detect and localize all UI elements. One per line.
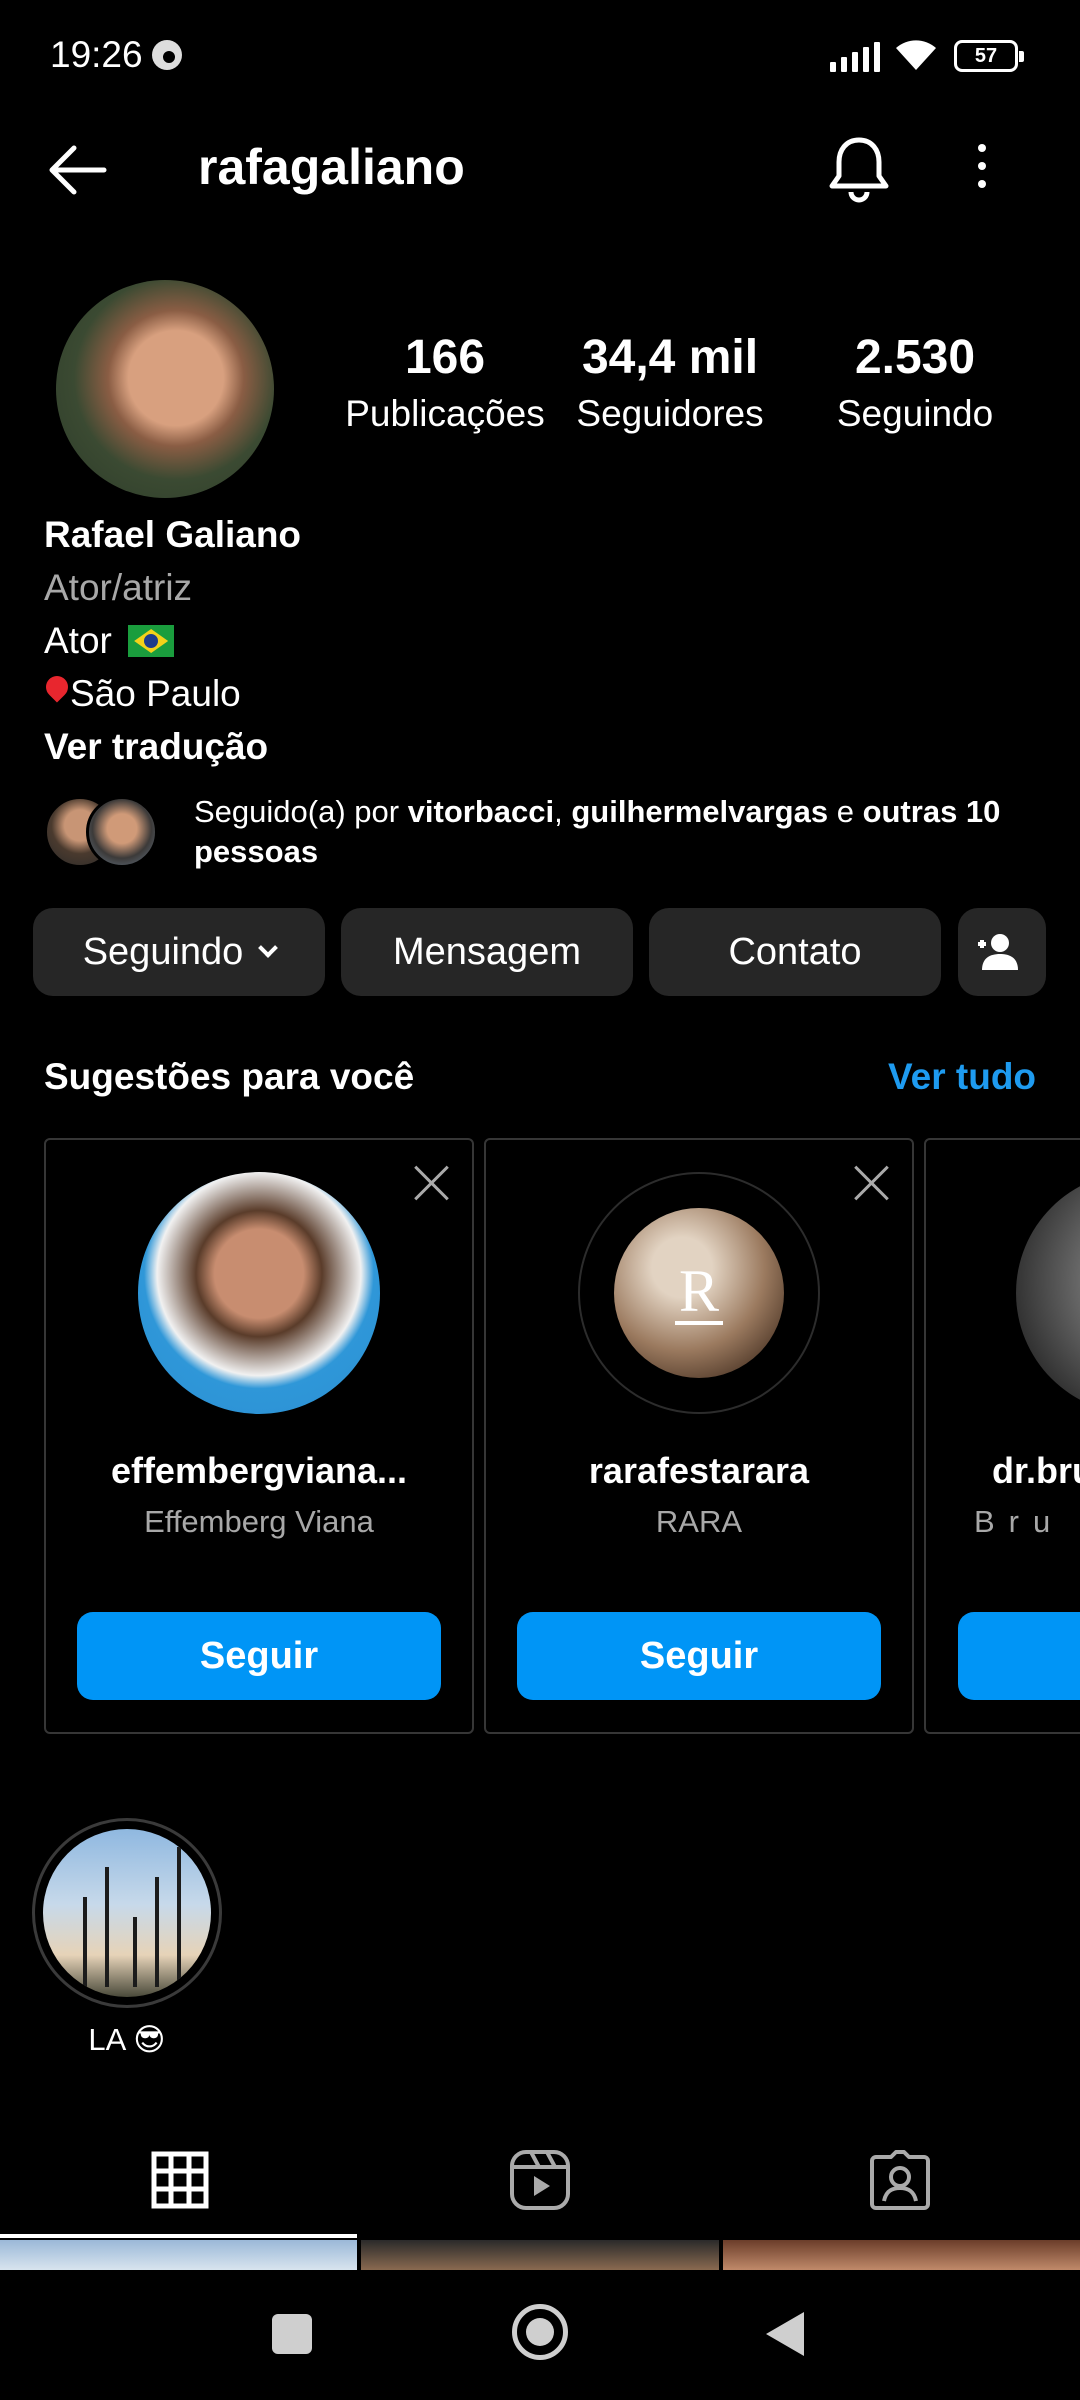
suggestion-card[interactable]: R rarafestarara RARA Seguir bbox=[484, 1138, 914, 1734]
add-user-button[interactable] bbox=[958, 908, 1046, 996]
avatar[interactable] bbox=[1016, 1172, 1080, 1414]
status-bar: 19:26 57 bbox=[0, 0, 1080, 110]
recent-apps-icon[interactable] bbox=[272, 2314, 312, 2354]
system-navigation-bar bbox=[0, 2270, 1080, 2400]
follow-button[interactable] bbox=[958, 1612, 1080, 1700]
see-all-link[interactable]: Ver tudo bbox=[888, 1056, 1036, 1098]
highlight-ring bbox=[32, 1818, 222, 2008]
home-icon[interactable] bbox=[512, 2304, 568, 2360]
posts-grid-peek bbox=[0, 2240, 1080, 2270]
rara-logo-icon: R bbox=[614, 1208, 784, 1378]
profile-name: Rafael Galiano bbox=[44, 514, 302, 555]
brazil-flag-icon bbox=[128, 625, 175, 657]
message-button[interactable]: Mensagem bbox=[341, 908, 633, 996]
followed-by-text: Seguido(a) por vitorbacci, guilhermelvar… bbox=[194, 794, 1001, 869]
story-highlight[interactable]: LA 😎 bbox=[32, 1818, 222, 2058]
add-user-icon bbox=[978, 934, 1018, 970]
stat-following[interactable]: 2.530 Seguindo bbox=[810, 330, 1020, 435]
bio-text: Ator bbox=[44, 620, 112, 661]
rara-logo-mark: R bbox=[674, 1261, 724, 1325]
tab-reels[interactable] bbox=[360, 2140, 720, 2220]
close-icon[interactable] bbox=[412, 1164, 450, 1202]
following-button-label: Seguindo bbox=[82, 930, 244, 973]
profile-tabs bbox=[0, 2120, 1080, 2240]
contact-button[interactable]: Contato bbox=[649, 908, 941, 996]
signal-icon bbox=[830, 40, 880, 72]
profile-category: Ator/atriz bbox=[44, 567, 193, 608]
following-button[interactable]: Seguindo bbox=[33, 908, 325, 996]
highlight-cover bbox=[43, 1829, 211, 1997]
pin-icon bbox=[44, 676, 70, 710]
stat-followers-label: Seguidores bbox=[576, 393, 764, 434]
profile-actions: Seguindo Mensagem Contato bbox=[33, 908, 1047, 996]
profile-bio: Rafael Galiano Ator/atriz Ator São Paulo… bbox=[44, 508, 301, 773]
follow-button[interactable]: Seguir bbox=[77, 1612, 441, 1700]
profile-username: rafagaliano bbox=[198, 139, 465, 195]
close-icon[interactable] bbox=[852, 1164, 890, 1202]
chevron-down-icon bbox=[258, 938, 279, 958]
suggestion-name: Bru bbox=[974, 1504, 1065, 1539]
highlight-label: LA 😎 bbox=[88, 2022, 166, 2057]
chrome-icon bbox=[152, 40, 182, 70]
location-text: São Paulo bbox=[70, 673, 241, 714]
tab-tagged[interactable] bbox=[720, 2140, 1080, 2220]
suggestion-username: effembergviana... bbox=[110, 1450, 408, 1491]
stat-posts-label: Publicações bbox=[345, 393, 545, 434]
avatar[interactable] bbox=[138, 1172, 380, 1414]
avatar bbox=[86, 796, 158, 868]
suggestions-title: Sugestões para você bbox=[44, 1056, 415, 1097]
status-time: 19:26 bbox=[50, 34, 143, 75]
followed-by[interactable]: Seguido(a) por vitorbacci, guilhermelvar… bbox=[44, 792, 1044, 872]
suggestion-username: rarafestarara bbox=[588, 1450, 810, 1491]
stat-following-value: 2.530 bbox=[854, 331, 976, 384]
bio-location: São Paulo bbox=[44, 667, 301, 720]
suggestions-carousel[interactable]: effembergviana... Effemberg Viana Seguir… bbox=[0, 1138, 1080, 1734]
avatar[interactable]: R bbox=[578, 1172, 820, 1414]
reels-icon bbox=[510, 2150, 570, 2210]
arrow-left-icon[interactable] bbox=[44, 142, 108, 198]
tab-selected-indicator bbox=[0, 2234, 357, 2238]
back-icon[interactable] bbox=[766, 2312, 804, 2356]
suggestion-card[interactable]: dr.bru Bru bbox=[924, 1138, 1080, 1734]
wifi-icon bbox=[896, 40, 936, 70]
more-vertical-icon[interactable] bbox=[970, 138, 994, 202]
tab-posts[interactable] bbox=[0, 2140, 360, 2220]
suggestion-card[interactable]: effembergviana... Effemberg Viana Seguir bbox=[44, 1138, 474, 1734]
stat-followers-value: 34,4 mil bbox=[581, 331, 759, 384]
grid-icon bbox=[151, 2151, 209, 2209]
suggestion-name: RARA bbox=[655, 1504, 743, 1539]
see-translation-link[interactable]: Ver tradução bbox=[44, 720, 301, 773]
profile-header: rafagaliano bbox=[0, 120, 1080, 220]
tagged-icon bbox=[870, 2150, 930, 2210]
stat-followers[interactable]: 34,4 mil Seguidores bbox=[570, 330, 770, 435]
suggestion-name: Effemberg Viana bbox=[144, 1504, 374, 1539]
profile-avatar[interactable] bbox=[56, 280, 274, 498]
follow-button[interactable]: Seguir bbox=[517, 1612, 881, 1700]
bell-icon[interactable] bbox=[826, 134, 892, 204]
stat-posts-value: 166 bbox=[404, 331, 486, 384]
stat-posts[interactable]: 166 Publicações bbox=[330, 330, 560, 435]
bio-line: Ator bbox=[44, 614, 301, 667]
stat-following-label: Seguindo bbox=[836, 393, 994, 434]
suggestion-username: dr.bru bbox=[992, 1450, 1080, 1491]
battery-icon: 57 bbox=[954, 40, 1024, 72]
